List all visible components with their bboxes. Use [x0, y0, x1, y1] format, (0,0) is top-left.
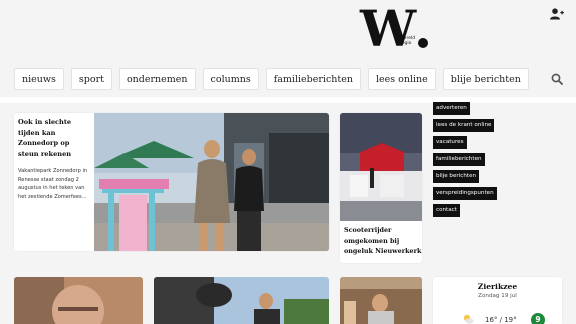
site-header: W wereld regio nieuws sport ondernemen co… — [0, 0, 576, 100]
feature-text: Ook in slechte tijden kan Zonnedorp op s… — [18, 117, 92, 201]
sidebar-item-familieberichten[interactable]: familieberichten — [433, 153, 485, 166]
sidebar-item-lees-de-krant-online[interactable]: lees de krant online — [433, 119, 495, 132]
site-logo[interactable]: W wereld regio — [360, 4, 432, 56]
feature-photo[interactable] — [94, 113, 329, 251]
article-photo[interactable] — [340, 113, 422, 221]
logo-dot — [418, 38, 428, 48]
weather-score-badge: 9 — [531, 313, 545, 324]
search-icon[interactable] — [551, 73, 563, 85]
weather-date: Zondag 19 jul — [478, 293, 517, 299]
sidebar-links: adverteren lees de krant online vacature… — [433, 102, 497, 217]
sidebar-item-vacatures[interactable]: vacatures — [433, 136, 467, 149]
sidebar-item-blije-berichten[interactable]: blije berichten — [433, 170, 480, 183]
feature-title[interactable]: Ook in slechte tijden kan Zonnedorp op s… — [18, 117, 92, 159]
sidebar-item-contact[interactable]: contact — [433, 204, 460, 217]
weather-widget: Zierikzee Zondag 19 jul 16° / 19° 9 — [433, 277, 562, 324]
nav-item-nieuws[interactable]: nieuws — [14, 68, 64, 90]
article-card[interactable]: Scooterrijder omgekomen bij ongeluk Nieu… — [340, 113, 422, 263]
nav-item-blije-berichten[interactable]: blije berichten — [442, 68, 529, 90]
feature-excerpt: Vakantiepark Zonnedorp in Renesse staat … — [18, 168, 88, 200]
weather-temperature: 16° / 19° — [485, 316, 517, 324]
nav-item-familieberichten[interactable]: familieberichten — [265, 68, 361, 90]
user-add-icon[interactable] — [550, 8, 564, 20]
nav-item-ondernemen[interactable]: ondernemen — [118, 68, 196, 90]
nav-item-lees-online[interactable]: lees online — [367, 68, 436, 90]
main-nav: nieuws sport ondernemen columns familieb… — [14, 68, 529, 90]
partly-sunny-icon — [463, 314, 474, 324]
sidebar-item-verspreidingspunten[interactable]: verspreidingspunten — [433, 187, 497, 200]
feature-article-card[interactable]: Ook in slechte tijden kan Zonnedorp op s… — [14, 113, 329, 251]
nav-item-columns[interactable]: columns — [202, 68, 259, 90]
article-photo-tile[interactable] — [14, 277, 143, 324]
article-title[interactable]: Scooterrijder omgekomen bij ongeluk Nieu… — [344, 225, 422, 257]
logo-letter: W — [360, 0, 416, 58]
article-photo-tile[interactable] — [154, 277, 329, 324]
sidebar-item-adverteren[interactable]: adverteren — [433, 102, 470, 115]
article-photo-tile[interactable] — [340, 277, 422, 324]
logo-subtitle: wereld regio — [400, 36, 416, 46]
nav-item-sport[interactable]: sport — [70, 68, 112, 90]
weather-city: Zierikzee — [477, 282, 518, 291]
